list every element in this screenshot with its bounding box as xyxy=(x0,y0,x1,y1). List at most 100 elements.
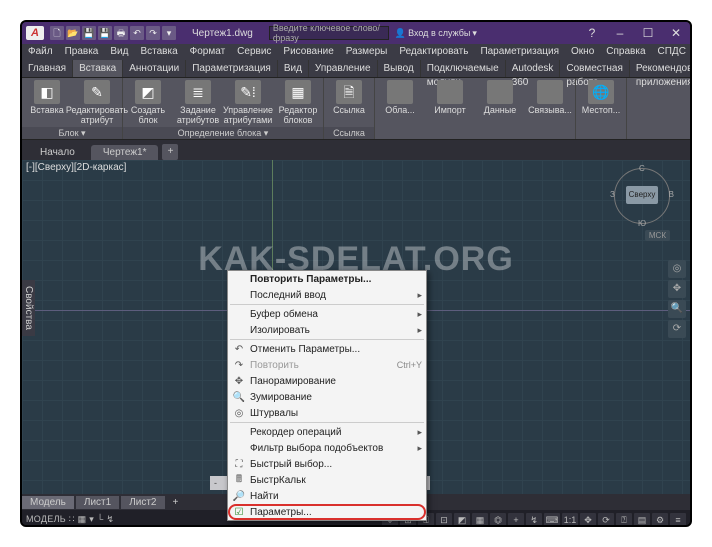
qat-save-icon[interactable]: 💾 xyxy=(82,26,96,40)
minimize-button[interactable]: – xyxy=(606,22,634,44)
ribbon-tab[interactable]: Совместная работа xyxy=(560,60,630,77)
ribbon-tab[interactable]: Управление xyxy=(309,60,378,77)
menu-формат[interactable]: Формат xyxy=(184,44,232,60)
status-toggle-icon[interactable]: ⟳ xyxy=(598,513,614,527)
menu-item-label: Панорамирование xyxy=(250,376,336,387)
ribbon-button[interactable]: ✎Редактировать атрибут xyxy=(72,78,122,127)
menu-параметризация[interactable]: Параметризация xyxy=(474,44,565,60)
menu-спдс[interactable]: СПДС xyxy=(652,44,692,60)
ribbon-button[interactable]: 🌐Местоп... xyxy=(576,78,626,139)
context-menu-item[interactable]: ✥Панорамирование xyxy=(228,373,426,389)
context-menu-item[interactable]: 🖩БыстрКальк xyxy=(228,472,426,488)
ribbon-tab[interactable]: Вид xyxy=(278,60,309,77)
menu-справка[interactable]: Справка xyxy=(600,44,651,60)
ribbon-button[interactable]: Импорт xyxy=(425,78,475,139)
drawing-canvas[interactable]: [-][Сверху][2D-каркас] KAK-SDELAT.ORG Св… xyxy=(22,160,690,494)
add-layout-button[interactable]: + xyxy=(167,497,185,508)
menu-item-label: Буфер обмена xyxy=(250,309,318,320)
start-tab[interactable]: Начало xyxy=(28,145,87,160)
status-toggle-icon[interactable]: ⊡ xyxy=(436,513,452,527)
ribbon-tab[interactable]: Вставка xyxy=(73,60,123,77)
ribbon-button[interactable]: 🗎Ссылка xyxy=(324,78,374,127)
status-toggle-icon[interactable]: ⏣ xyxy=(490,513,506,527)
qat-redo-icon[interactable]: ↷ xyxy=(146,26,160,40)
nav-zoom-icon[interactable]: 🔍 xyxy=(668,300,686,318)
qat-print-icon[interactable]: 🖶 xyxy=(114,26,128,40)
ribbon-button[interactable]: ✎⁞Управление атрибутами xyxy=(223,78,273,127)
viewcube-top-face[interactable]: Сверху xyxy=(626,186,658,204)
qat-open-icon[interactable]: 📂 xyxy=(66,26,80,40)
context-menu-item[interactable]: ☑Параметры... xyxy=(228,504,426,520)
layout-tab-model[interactable]: Модель xyxy=(22,496,74,509)
context-menu-item[interactable]: Последний ввод▸ xyxy=(228,287,426,303)
ribbon-button[interactable]: ◩Создать блок xyxy=(123,78,173,127)
ribbon-button[interactable]: ▦Редактор блоков xyxy=(273,78,323,127)
panel-caption[interactable]: Определение блока ▾ xyxy=(123,127,323,139)
context-menu-item[interactable]: Буфер обмена▸ xyxy=(228,306,426,322)
qat-saveas-icon[interactable]: 💾 xyxy=(98,26,112,40)
ribbon-tab[interactable]: Autodesk 360 xyxy=(506,60,561,77)
qat-undo-icon[interactable]: ↶ xyxy=(130,26,144,40)
context-menu-item[interactable]: 🔎Найти xyxy=(228,488,426,504)
menu-редактировать[interactable]: Редактировать xyxy=(393,44,474,60)
qat-more-icon[interactable]: ▾ xyxy=(162,26,176,40)
ribbon-button[interactable]: Данные xyxy=(475,78,525,139)
context-menu-item[interactable]: ↶Отменить Параметры... xyxy=(228,341,426,357)
viewport-controls[interactable]: [-][Сверху][2D-каркас] xyxy=(26,162,126,173)
menu-сервис[interactable]: Сервис xyxy=(231,44,277,60)
layout-tab-sheet2[interactable]: Лист2 xyxy=(121,496,164,509)
menu-правка[interactable]: Правка xyxy=(59,44,105,60)
ribbon-button[interactable]: ◧Вставка xyxy=(22,78,72,127)
status-toggle-icon[interactable]: ⌨ xyxy=(544,513,560,527)
status-toggle-icon[interactable]: 1:1 xyxy=(562,513,578,527)
maximize-button[interactable]: ☐ xyxy=(634,22,662,44)
status-toggle-icon[interactable]: ≡ xyxy=(670,513,686,527)
app-logo[interactable]: A xyxy=(26,26,44,40)
ribbon-tab[interactable]: Подключаемые модули xyxy=(421,60,506,77)
nav-pan-icon[interactable]: ✥ xyxy=(668,280,686,298)
status-toggle-icon[interactable]: ▤ xyxy=(634,513,650,527)
context-menu-item[interactable]: Рекордер операций▸ xyxy=(228,424,426,440)
properties-palette-tab[interactable]: Свойства xyxy=(22,280,35,336)
context-menu-item[interactable]: Изолировать▸ xyxy=(228,322,426,338)
menu-размеры[interactable]: Размеры xyxy=(340,44,394,60)
status-toggle-icon[interactable]: + xyxy=(508,513,524,527)
ribbon-tab[interactable]: Рекомендованные приложения xyxy=(630,60,692,77)
ribbon-button[interactable]: Связыва... xyxy=(525,78,575,139)
ribbon-tab[interactable]: Главная xyxy=(22,60,73,77)
status-toggle-icon[interactable]: ⍰ xyxy=(616,513,632,527)
context-menu-item[interactable]: ⛶Быстрый выбор... xyxy=(228,456,426,472)
ribbon-tab[interactable]: Параметризация xyxy=(186,60,278,77)
sign-in-link[interactable]: 👤 Вход в службы ▾ xyxy=(395,28,477,39)
ribbon-button[interactable]: Обла... xyxy=(375,78,425,139)
layout-tab-sheet1[interactable]: Лист1 xyxy=(76,496,119,509)
menu-рисование[interactable]: Рисование xyxy=(277,44,339,60)
context-menu-item[interactable]: ◎Штурвалы xyxy=(228,405,426,421)
status-toggle-icon[interactable]: ⚙ xyxy=(652,513,668,527)
status-toggle-icon[interactable]: ↯ xyxy=(526,513,542,527)
nav-wheel-icon[interactable]: ◎ xyxy=(668,260,686,278)
context-menu-item[interactable]: Фильтр выбора подобъектов▸ xyxy=(228,440,426,456)
document-tab-active[interactable]: Чертеж1* xyxy=(91,145,159,160)
status-toggle-icon[interactable]: ✥ xyxy=(580,513,596,527)
ribbon-tab[interactable]: Вывод xyxy=(378,60,421,77)
ribbon-button[interactable]: ≣Задание атрибутов xyxy=(173,78,223,127)
qat-new-icon[interactable]: 🗋 xyxy=(50,26,64,40)
menu-вставка[interactable]: Вставка xyxy=(134,44,183,60)
panel-caption[interactable]: Блок ▾ xyxy=(22,127,122,139)
context-menu-item[interactable]: 🔍Зумирование xyxy=(228,389,426,405)
ribbon-tab[interactable]: Аннотации xyxy=(123,60,186,77)
menu-вид[interactable]: Вид xyxy=(104,44,134,60)
help-button[interactable]: ? xyxy=(578,22,606,44)
new-tab-button[interactable]: + xyxy=(162,144,178,160)
context-menu-item[interactable]: Повторить Параметры... xyxy=(228,271,426,287)
ucs-label[interactable]: МСК xyxy=(645,230,670,241)
status-toggle-icon[interactable]: ◩ xyxy=(454,513,470,527)
view-cube[interactable]: Сверху С Ю З В xyxy=(612,166,672,226)
close-button[interactable]: ✕ xyxy=(662,22,690,44)
help-search-input[interactable]: Введите ключевое слово/фразу xyxy=(269,26,389,40)
menu-окно[interactable]: Окно xyxy=(565,44,600,60)
nav-orbit-icon[interactable]: ⟳ xyxy=(668,320,686,338)
menu-файл[interactable]: Файл xyxy=(22,44,59,60)
status-toggle-icon[interactable]: ▦ xyxy=(472,513,488,527)
